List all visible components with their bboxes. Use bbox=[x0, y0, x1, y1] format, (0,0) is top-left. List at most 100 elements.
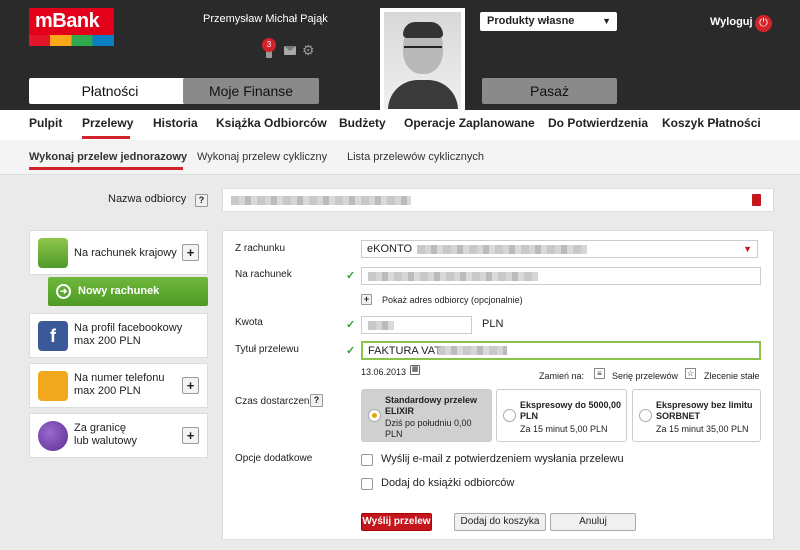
card-facebook[interactable]: f Na profil facebookowy max 200 PLN bbox=[29, 313, 208, 358]
express-title1: Ekspresowy do 5000,00 bbox=[520, 400, 622, 410]
radio-express[interactable] bbox=[503, 409, 516, 422]
power-icon[interactable]: ⏻ bbox=[755, 15, 772, 32]
express-sub1: Za 15 minut 5,00 PLN bbox=[520, 424, 608, 434]
from-account-label: Z rachunku bbox=[235, 243, 286, 254]
plus-button[interactable]: + bbox=[182, 427, 199, 444]
plus-small-icon[interactable]: + bbox=[361, 294, 372, 305]
list-icon[interactable]: ≡ bbox=[594, 368, 605, 379]
header-icons: 3 ⚙ bbox=[262, 38, 322, 60]
title-value: FAKTURA VAT bbox=[368, 345, 441, 357]
phone-icon bbox=[38, 371, 68, 401]
transfer-form: Z rachunku eKONTO ▼ Na rachunek ✓ + Poka… bbox=[222, 230, 774, 540]
mbank-logo[interactable]: mBank bbox=[29, 8, 114, 46]
card-phone[interactable]: Na numer telefonu max 200 PLN + bbox=[29, 363, 208, 408]
products-select-value: Produkty własne bbox=[487, 15, 575, 27]
to-account-label: Na rachunek bbox=[235, 269, 292, 280]
amount-label: Kwota bbox=[235, 317, 263, 328]
nav-ksiazka-odbiorcow[interactable]: Książka Odbiorców bbox=[216, 116, 327, 130]
elixir-title1: Standardowy przelew bbox=[385, 395, 478, 405]
subtab-lista-cyklicznych[interactable]: Lista przelewów cyklicznych bbox=[347, 151, 484, 163]
delivery-option-elixir[interactable]: Standardowy przelew ELIXIR Dziś po połud… bbox=[361, 389, 492, 442]
nav-przelewy[interactable]: Przelewy bbox=[82, 116, 133, 130]
add-to-basket-button[interactable]: Dodaj do koszyka bbox=[454, 513, 546, 531]
new-recipient-button[interactable]: ➜ Nowy rachunek odbiorcy bbox=[48, 277, 208, 326]
card-abroad[interactable]: Za granicę lub walutowy + bbox=[29, 413, 208, 458]
facebook-icon: f bbox=[38, 321, 68, 351]
star-icon[interactable]: ☆ bbox=[685, 368, 696, 379]
nav-active-underline bbox=[82, 136, 130, 139]
check-icon: ✓ bbox=[346, 270, 356, 282]
plus-button[interactable]: + bbox=[182, 377, 199, 394]
main-nav: Pulpit Przelewy Historia Książka Odbiorc… bbox=[0, 110, 800, 140]
card-domestic-label: Na rachunek krajowy bbox=[74, 247, 177, 259]
delivery-label: Czas dostarczenia bbox=[235, 396, 318, 407]
globe-icon bbox=[38, 421, 68, 451]
amount-input[interactable] bbox=[361, 316, 472, 334]
send-transfer-button[interactable]: Wyślij przelew bbox=[361, 513, 432, 531]
gear-icon[interactable]: ⚙ bbox=[302, 43, 316, 57]
sub-nav: Wykonaj przelew jednorazowy Wykonaj prze… bbox=[0, 140, 800, 175]
mail-icon[interactable] bbox=[284, 46, 296, 55]
add-to-book-label[interactable]: Dodaj do książki odbiorców bbox=[381, 477, 514, 489]
plus-button[interactable]: + bbox=[182, 244, 199, 261]
nav-do-potwierdzenia[interactable]: Do Potwierdzenia bbox=[548, 116, 648, 130]
cancel-button[interactable]: Anuluj bbox=[550, 513, 636, 531]
from-account-value: eKONTO bbox=[367, 243, 413, 255]
delivery-help-button[interactable]: ? bbox=[310, 394, 323, 407]
calendar-icon[interactable]: ▦ bbox=[410, 365, 420, 375]
email-confirm-checkbox[interactable] bbox=[361, 454, 373, 466]
subnav-active-underline bbox=[29, 167, 183, 170]
chevron-down-icon: ▼ bbox=[743, 244, 752, 254]
standing-order-link[interactable]: Zlecenie stałe bbox=[704, 371, 760, 381]
check-icon: ✓ bbox=[346, 345, 356, 357]
chevron-down-icon: ▼ bbox=[602, 16, 611, 26]
check-icon: ✓ bbox=[346, 319, 356, 331]
date-value[interactable]: 13.06.2013 bbox=[361, 367, 406, 377]
person-icon bbox=[38, 238, 68, 268]
delivery-option-express[interactable]: Ekspresowy do 5000,00 PLN Za 15 minut 5,… bbox=[496, 389, 627, 442]
user-name: Przemysław Michał Pająk bbox=[203, 13, 328, 25]
card-phone-line2: max 200 PLN bbox=[74, 385, 141, 397]
from-account-select[interactable]: eKONTO ▼ bbox=[361, 240, 758, 258]
elixir-sub2: PLN bbox=[385, 429, 403, 439]
masked-recipient-text bbox=[231, 196, 411, 205]
tab-platnosci[interactable]: Płatności bbox=[29, 78, 191, 104]
arrow-right-icon: ➜ bbox=[56, 284, 71, 299]
logout-link[interactable]: Wyloguj bbox=[710, 16, 753, 28]
sorbnet-sub1: Za 15 minut 35,00 PLN bbox=[656, 424, 749, 434]
add-to-book-checkbox[interactable] bbox=[361, 478, 373, 490]
delivery-option-sorbnet[interactable]: Ekspresowy bez limitu SORBNET Za 15 minu… bbox=[632, 389, 761, 442]
tab-pasaz[interactable]: Pasaż bbox=[482, 78, 617, 104]
radio-elixir[interactable] bbox=[368, 409, 381, 422]
tab-moje-finanse[interactable]: Moje Finanse bbox=[183, 78, 319, 104]
recipient-help-button[interactable]: ? bbox=[195, 194, 208, 207]
elixir-sub1: Dziś po południu 0,00 bbox=[385, 418, 472, 428]
user-photo bbox=[380, 8, 465, 113]
nav-operacje-zaplanowane[interactable]: Operacje Zaplanowane bbox=[404, 116, 535, 130]
nav-koszyk-platnosci[interactable]: Koszyk Płatności bbox=[662, 116, 761, 130]
extra-options-label: Opcje dodatkowe bbox=[235, 453, 313, 464]
to-account-input[interactable] bbox=[361, 267, 761, 285]
change-to-label: Zamień na: bbox=[539, 371, 585, 381]
nav-budzety[interactable]: Budżety bbox=[339, 116, 386, 130]
title-input[interactable]: FAKTURA VAT bbox=[361, 341, 761, 360]
title-label: Tytuł przelewu bbox=[235, 344, 299, 355]
products-select[interactable]: Produkty własne ▼ bbox=[480, 12, 617, 31]
card-domestic[interactable]: Na rachunek krajowy + bbox=[29, 230, 208, 275]
address-book-icon[interactable] bbox=[752, 194, 761, 206]
notification-badge[interactable]: 3 bbox=[262, 38, 276, 52]
series-link[interactable]: Serię przelewów bbox=[612, 371, 678, 381]
express-title2: PLN bbox=[520, 411, 538, 421]
radio-sorbnet[interactable] bbox=[639, 409, 652, 422]
nav-historia[interactable]: Historia bbox=[153, 116, 198, 130]
email-confirm-label[interactable]: Wyślij e-mail z potwierdzeniem wysłania … bbox=[381, 453, 624, 465]
show-address-link[interactable]: Pokaż adres odbiorcy (opcjonalnie) bbox=[382, 295, 523, 305]
recipient-name-input[interactable] bbox=[222, 188, 774, 212]
subtab-cykliczny[interactable]: Wykonaj przelew cykliczny bbox=[197, 151, 327, 163]
nav-pulpit[interactable]: Pulpit bbox=[29, 116, 62, 130]
card-facebook-line1: Na profil facebookowy bbox=[74, 322, 183, 334]
sorbnet-title1: Ekspresowy bez limitu bbox=[656, 400, 753, 410]
currency-label: PLN bbox=[482, 318, 504, 330]
masked-account bbox=[417, 245, 587, 254]
subtab-jednorazowy[interactable]: Wykonaj przelew jednorazowy bbox=[29, 151, 187, 163]
